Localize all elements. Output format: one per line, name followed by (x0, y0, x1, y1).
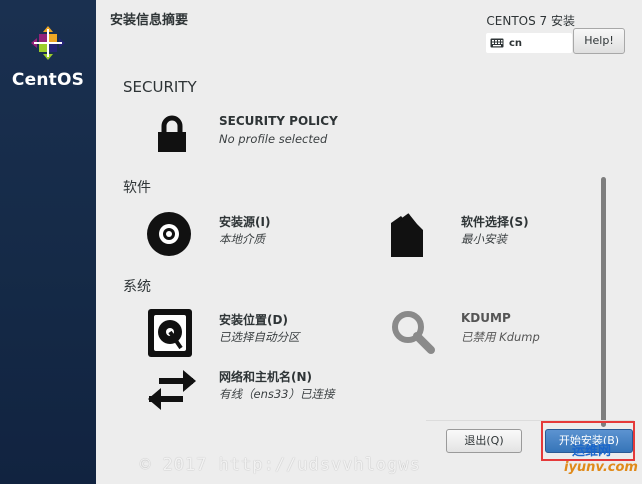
keyboard-layout-indicator[interactable]: cn (486, 33, 572, 53)
watermark: © 2017 http://udsvvhlogws (140, 455, 421, 475)
keyboard-layout-label: cn (509, 37, 523, 49)
spoke-name: 安装源(I) (219, 215, 271, 229)
site-logo: 运维网 iyunv.com (540, 438, 640, 482)
disc-icon (147, 212, 191, 256)
category-security: SECURITY (123, 78, 197, 96)
summary-hub: SECURITY SECURITY POLICY No profile sele… (116, 65, 616, 435)
spoke-name: 软件选择(S) (461, 215, 529, 229)
scrollbar[interactable] (598, 65, 608, 433)
spoke-install-destination[interactable]: 安装位置(D) 已选择自动分区 (147, 308, 367, 360)
quit-button[interactable]: 退出(Q) (446, 429, 522, 453)
spoke-name: SECURITY POLICY (219, 114, 338, 128)
spoke-status: 本地介质 (219, 232, 265, 246)
product-title: CENTOS 7 安装 (486, 14, 575, 28)
main-panel: 安装信息摘要 CENTOS 7 安装 cn Help! SECURITY SEC… (96, 0, 642, 484)
spoke-name: KDUMP (461, 311, 511, 325)
category-software: 软件 (123, 180, 151, 196)
harddisk-icon (148, 309, 192, 357)
centos-logo-icon (31, 26, 65, 60)
network-arrows-icon (148, 370, 196, 410)
scrollbar-thumb[interactable] (601, 177, 606, 427)
spoke-kdump[interactable]: KDUMP 已禁用 Kdump (389, 308, 609, 360)
spoke-status: 最小安装 (461, 232, 507, 246)
spoke-install-source[interactable]: 安装源(I) 本地介质 (147, 210, 367, 262)
spoke-software-selection[interactable]: 软件选择(S) 最小安装 (389, 210, 609, 262)
sidebar: CentOS (0, 0, 96, 484)
package-icon (391, 213, 423, 257)
site-logo-line2: iyunv.com (564, 460, 638, 475)
spoke-status: No profile selected (219, 132, 328, 146)
keyboard-icon (490, 38, 504, 48)
spoke-name: 安装位置(D) (219, 313, 288, 327)
spoke-status: 已选择自动分区 (219, 330, 300, 344)
help-button[interactable]: Help! (573, 28, 625, 54)
category-system: 系统 (123, 279, 151, 295)
magnifier-icon (392, 311, 435, 354)
brand-name: CentOS (11, 70, 85, 90)
spoke-status: 有线（ens33）已连接 (219, 387, 335, 401)
spoke-security-policy[interactable]: SECURITY POLICY No profile selected (147, 111, 367, 163)
page-title: 安装信息摘要 (110, 13, 189, 28)
spoke-network-hostname[interactable]: 网络和主机名(N) 有线（ens33）已连接 (147, 365, 367, 417)
spoke-name: 网络和主机名(N) (219, 370, 313, 384)
spoke-status: 已禁用 Kdump (461, 330, 540, 344)
lock-icon (158, 115, 186, 152)
site-logo-line1: 运维网 (572, 444, 612, 459)
